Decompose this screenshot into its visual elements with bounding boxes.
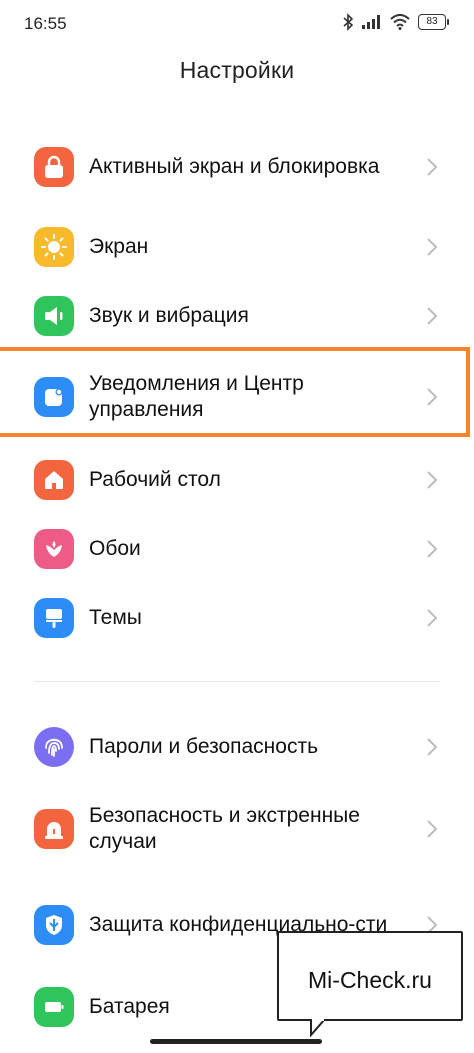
settings-item-wallpaper[interactable]: Обои (0, 519, 474, 579)
watermark-box: Mi-Check.ru (277, 931, 463, 1021)
chevron-right-icon (427, 307, 438, 325)
settings-item-lock-screen[interactable]: Активный экран и блокировка (0, 137, 474, 197)
settings-item-label: Рабочий стол (89, 468, 221, 491)
watermark-text: Mi-Check.ru (308, 967, 432, 993)
chevron-right-icon (427, 540, 438, 558)
status-time: 16:55 (24, 14, 67, 33)
settings-item-label: Темы (89, 606, 142, 629)
chevron-right-icon (427, 738, 438, 756)
speaker-icon (34, 296, 74, 336)
brush-icon (34, 598, 74, 638)
status-bar: 16:55 83 (0, 0, 474, 48)
battery-icon (34, 987, 74, 1027)
settings-item-label: Звук и вибрация (89, 304, 249, 327)
lock-icon (34, 147, 74, 187)
highlight-frame (0, 347, 470, 437)
bluetooth-icon (342, 13, 354, 31)
privacy-shield-icon (34, 905, 74, 945)
section-divider (34, 681, 440, 682)
watermark-tail (310, 1019, 326, 1037)
home-icon (34, 460, 74, 500)
signal-icon (362, 15, 382, 29)
settings-item-label: Пароли и безопасность (89, 735, 319, 758)
sun-icon (34, 227, 74, 267)
home-indicator[interactable] (150, 1039, 322, 1044)
chevron-right-icon (427, 238, 438, 256)
settings-item-label: Активный экран и блокировка (89, 155, 380, 178)
wifi-icon (390, 14, 410, 30)
settings-item-passwords[interactable]: Пароли и безопасность (0, 717, 474, 777)
settings-item-label: Экран (89, 235, 149, 258)
settings-item-label: Обои (89, 537, 141, 560)
settings-item-display[interactable]: Экран (0, 217, 474, 277)
status-icons: 83 (342, 13, 449, 31)
flower-icon (34, 529, 74, 569)
settings-item-sound[interactable]: Звук и вибрация (0, 286, 474, 346)
battery-indicator: 83 (418, 14, 449, 30)
settings-item-emergency[interactable]: Безопасность и экстренные случаи (0, 799, 474, 859)
settings-item-themes[interactable]: Темы (0, 588, 474, 648)
chevron-right-icon (427, 609, 438, 627)
chevron-right-icon (427, 471, 438, 489)
settings-item-desktop[interactable]: Рабочий стол (0, 450, 474, 510)
chevron-right-icon (427, 158, 438, 176)
page-title: Настройки (179, 57, 295, 83)
settings-item-label: Безопасность и экстренные случаи (89, 804, 360, 853)
chevron-right-icon (427, 820, 438, 838)
fingerprint-icon (34, 727, 74, 767)
alarm-icon (34, 809, 74, 849)
